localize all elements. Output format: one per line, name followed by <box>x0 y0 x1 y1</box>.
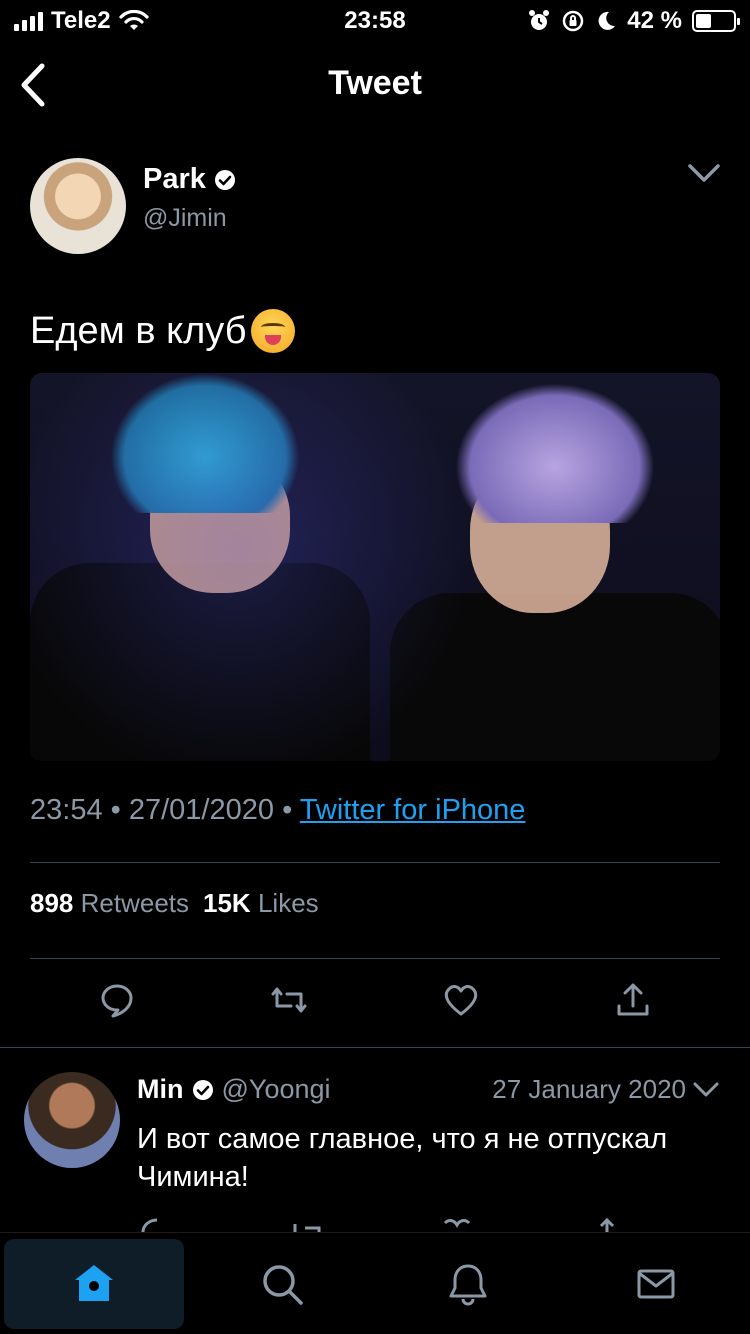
notifications-icon <box>449 1264 487 1306</box>
search-icon <box>263 1265 303 1305</box>
meta-separator: • <box>110 794 121 826</box>
messages-icon <box>637 1269 675 1299</box>
retweets-label: Retweets <box>80 888 190 918</box>
tab-search[interactable] <box>192 1239 372 1329</box>
tweet-stats: 898 Retweets 15K Likes <box>30 888 319 919</box>
reply-reply-icon[interactable] <box>137 1214 177 1234</box>
reply-actions <box>137 1214 637 1234</box>
tweet-photo[interactable] <box>30 373 720 761</box>
home-icon <box>75 1265 113 1301</box>
reply-icon[interactable] <box>97 980 137 1020</box>
reply-text: И вот самое главное, что я не отпускал Ч… <box>137 1123 668 1193</box>
likes-stat[interactable]: 15K Likes <box>203 888 319 919</box>
do-not-disturb-icon <box>598 11 616 30</box>
page-title: Tweet <box>328 64 422 102</box>
tab-messages[interactable] <box>566 1239 746 1329</box>
retweets-count: 898 <box>30 888 74 918</box>
reply-share-icon[interactable] <box>592 1214 622 1234</box>
orientation-lock-icon <box>563 10 584 32</box>
face-savoring-food-emoji-icon <box>250 309 295 353</box>
like-icon[interactable] <box>441 980 481 1020</box>
section-divider <box>0 1047 750 1048</box>
divider <box>30 958 720 959</box>
tweet-source-link[interactable]: Twitter for iPhone <box>300 794 526 826</box>
author-avatar[interactable] <box>30 158 126 254</box>
verified-badge-icon <box>192 1079 213 1100</box>
navigation-bar: Tweet <box>0 42 750 128</box>
reply-like-icon[interactable] <box>437 1214 477 1234</box>
tweet-time: 23:54 <box>30 794 103 826</box>
author-handle[interactable]: @Jimin <box>143 204 227 233</box>
alarm-icon <box>529 10 550 30</box>
tweet-actions <box>0 980 750 1028</box>
reply-author-name[interactable]: Min <box>137 1074 184 1105</box>
battery-percent: 42 % <box>627 7 682 34</box>
reply-options-chevron-icon[interactable] <box>692 1078 720 1102</box>
status-bar: Tele2 23:58 42 % <box>0 0 750 42</box>
author-name[interactable]: Park <box>143 163 206 196</box>
reply-header: Min @Yoongi <box>137 1074 331 1105</box>
share-icon[interactable] <box>613 980 653 1020</box>
tweet-date: 27/01/2020 <box>128 794 275 826</box>
photo-stage-light <box>30 373 720 761</box>
tweet-text-content: Едем в клуб <box>30 310 247 352</box>
author-name-row[interactable]: Park <box>143 163 236 196</box>
tab-home[interactable] <box>4 1239 184 1329</box>
meta-separator-2: • <box>282 794 293 826</box>
likes-label: Likes <box>257 888 319 918</box>
battery-fill <box>696 14 712 28</box>
reply-retweet-icon[interactable] <box>287 1214 327 1234</box>
tweet-options-chevron-icon[interactable] <box>686 158 722 188</box>
divider <box>30 862 720 863</box>
tab-notifications[interactable] <box>378 1239 558 1329</box>
battery-icon <box>692 10 740 32</box>
status-right: 42 % <box>527 7 740 35</box>
reply-date: 27 January 2020 <box>492 1074 686 1104</box>
tab-bar <box>0 1232 750 1334</box>
reply-author-avatar[interactable] <box>24 1072 120 1168</box>
tweet-text: Едем в клуб <box>30 308 295 354</box>
tweet-meta: 23:54 • 27/01/2020 • Twitter for iPhone <box>30 794 525 827</box>
likes-count: 15K <box>203 888 251 918</box>
retweets-stat[interactable]: 898 Retweets <box>30 888 189 919</box>
reply-author-handle[interactable]: @Yoongi <box>222 1074 331 1105</box>
verified-badge-icon <box>214 169 235 190</box>
retweet-icon[interactable] <box>269 980 309 1020</box>
